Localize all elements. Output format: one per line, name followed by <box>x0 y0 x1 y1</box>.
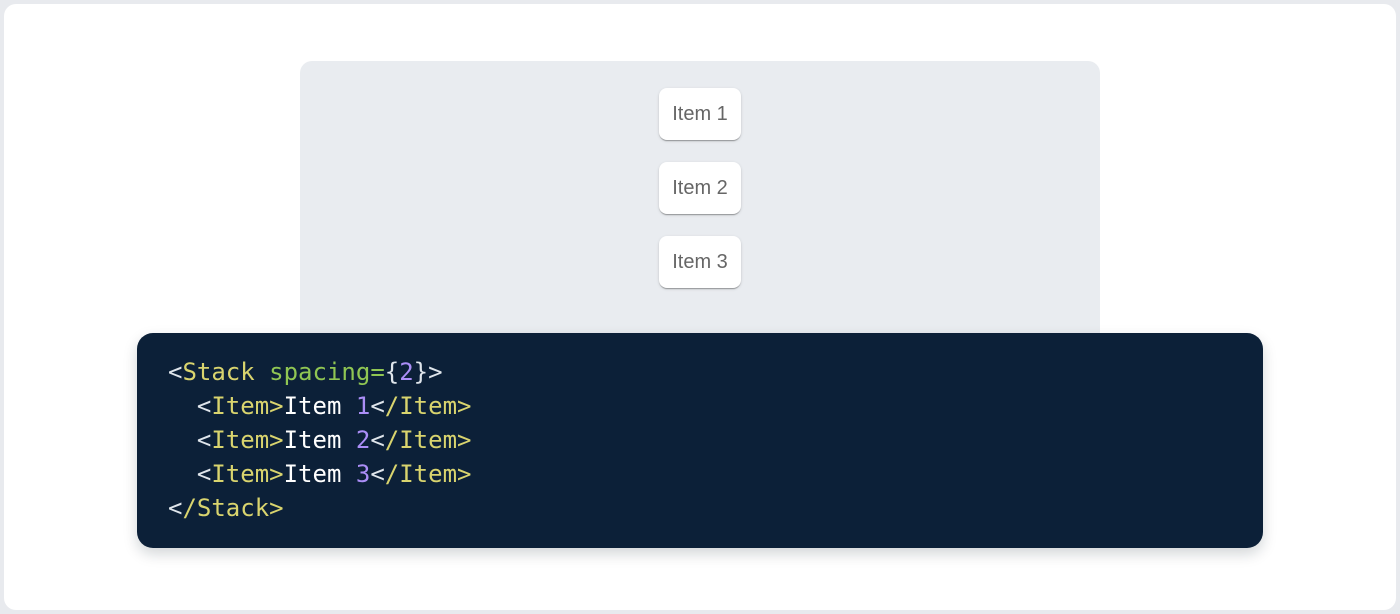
item-card: Item 2 <box>659 162 741 214</box>
code-token: Item <box>211 426 269 454</box>
code-token: > <box>428 358 442 386</box>
item-card: Item 1 <box>659 88 741 140</box>
code-token: Item <box>284 460 356 488</box>
code-line: <Item>Item 3</Item> <box>168 457 1232 491</box>
code-token: Item <box>211 460 269 488</box>
code-token <box>168 392 197 420</box>
code-token <box>168 426 197 454</box>
code-line: </Stack> <box>168 491 1232 525</box>
code-token: = <box>370 358 384 386</box>
code-token: } <box>414 358 428 386</box>
code-token: < <box>197 392 211 420</box>
code-line: <Stack spacing={2}> <box>168 355 1232 389</box>
code-token: > <box>457 426 471 454</box>
code-token: > <box>269 426 283 454</box>
code-token: 3 <box>356 460 370 488</box>
content-card: Item 1 Item 2 Item 3 <Stack spacing={2}>… <box>4 4 1396 610</box>
code-token: /Item <box>385 460 457 488</box>
code-token: Item <box>284 426 356 454</box>
code-token: Item <box>284 392 356 420</box>
demo-preview-panel: Item 1 Item 2 Item 3 <box>300 61 1100 353</box>
code-token: < <box>370 392 384 420</box>
code-token: 2 <box>356 426 370 454</box>
code-token: < <box>197 426 211 454</box>
code-token: < <box>370 426 384 454</box>
item-card: Item 3 <box>659 236 741 288</box>
code-token: < <box>370 460 384 488</box>
code-token <box>255 358 269 386</box>
code-token: < <box>168 494 182 522</box>
code-token: Stack <box>182 358 254 386</box>
code-token: > <box>269 494 283 522</box>
code-line: <Item>Item 2</Item> <box>168 423 1232 457</box>
code-token: /Item <box>385 426 457 454</box>
code-token: { <box>385 358 399 386</box>
code-token: spacing <box>269 358 370 386</box>
code-token: /Item <box>385 392 457 420</box>
code-line: <Item>Item 1</Item> <box>168 389 1232 423</box>
code-token: < <box>197 460 211 488</box>
code-token: > <box>457 460 471 488</box>
code-token <box>168 460 197 488</box>
page-background: Item 1 Item 2 Item 3 <Stack spacing={2}>… <box>0 0 1400 614</box>
code-token: < <box>168 358 182 386</box>
code-token: Item <box>211 392 269 420</box>
code-token: /Stack <box>182 494 269 522</box>
code-token: > <box>269 392 283 420</box>
code-token: > <box>457 392 471 420</box>
code-token: > <box>269 460 283 488</box>
code-token: 1 <box>356 392 370 420</box>
code-block: <Stack spacing={2}> <Item>Item 1</Item> … <box>137 333 1263 548</box>
code-token: 2 <box>399 358 413 386</box>
